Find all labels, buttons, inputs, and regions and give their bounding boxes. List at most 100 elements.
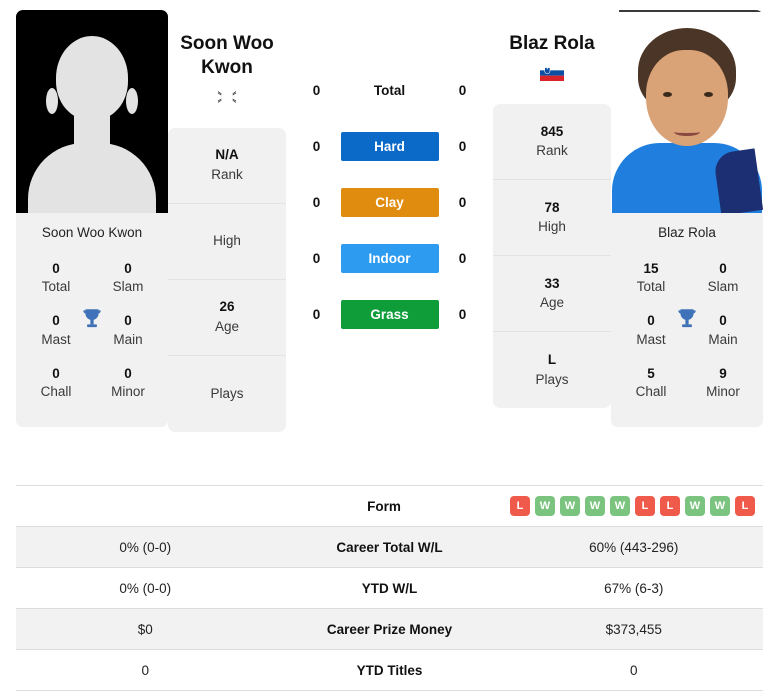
surface-grass-right: 0 xyxy=(458,306,467,322)
titles-total-cell: 15 Total xyxy=(627,260,675,296)
titles-minor-value: 9 xyxy=(719,365,727,381)
surface-clay-right: 0 xyxy=(458,194,467,210)
surface-indoor-right: 0 xyxy=(458,250,467,266)
right-rank-label: Rank xyxy=(536,143,568,159)
left-info-plays: Plays xyxy=(168,356,286,432)
form-badge-w-7: W xyxy=(685,496,705,516)
surface-indoor-label: Indoor xyxy=(340,243,439,273)
left-player-photo xyxy=(16,10,168,213)
ytd-titles-right: 0 xyxy=(629,662,638,678)
trophy-icon xyxy=(674,306,700,337)
right-player-card[interactable]: Blaz Rola 15 Total 0 Slam 0 Mast 0 Main … xyxy=(611,10,763,428)
left-player-photo-name: Soon Woo Kwon xyxy=(16,213,168,254)
titles-mast-value: 0 xyxy=(647,313,655,329)
right-info-rank: 845 Rank xyxy=(493,104,611,180)
career-prize-money-right: $373,455 xyxy=(605,621,662,637)
right-high-label: High xyxy=(538,219,566,235)
form-badge-l-9: L xyxy=(735,496,755,516)
titles-slam-cell: 0 Slam xyxy=(699,260,747,296)
form-label: Form xyxy=(367,498,401,514)
surface-hard-left: 0 xyxy=(312,138,321,154)
right-player-name-line1: Blaz Rola xyxy=(509,33,595,54)
titles-main-label: Main xyxy=(708,331,738,347)
table-row-career-prize-money: $0 Career Prize Money $373,455 xyxy=(16,609,763,650)
left-info-column: Soon Woo Kwon N/A Rank High 26 Age Plays xyxy=(168,10,286,432)
player-comparison-page: Soon Woo Kwon 0 Total 0 Slam 0 Mast 0 Ma… xyxy=(0,0,779,699)
titles-minor-cell: 9 Minor xyxy=(699,365,747,401)
titles-main-cell: 0 Main xyxy=(699,312,747,348)
surface-total-left: 0 xyxy=(312,82,321,98)
right-rank-value: 845 xyxy=(540,123,564,139)
left-age-value: 26 xyxy=(219,299,235,315)
table-row-career-total-wl: 0% (0-0) Career Total W/L 60% (443-296) xyxy=(16,527,763,568)
avatar-ear-left-shape xyxy=(46,88,58,114)
right-player-info-card: 845 Rank 78 High 33 Age L Plays xyxy=(493,103,611,408)
portrait-mouth-shape xyxy=(674,128,700,136)
right-age-label: Age xyxy=(539,295,565,311)
right-player-heading: Blaz Rola xyxy=(493,10,611,86)
surface-row-total: 0 Total 0 xyxy=(286,62,493,118)
titles-chall-value: 5 xyxy=(647,365,655,381)
right-age-value: 33 xyxy=(544,275,560,291)
titles-total-label: Total xyxy=(41,279,71,295)
right-info-age: 33 Age xyxy=(493,256,611,332)
form-badge-w-2: W xyxy=(560,496,580,516)
surface-clay-left: 0 xyxy=(312,194,321,210)
ytd-wl-label: YTD W/L xyxy=(361,580,418,596)
surface-row-clay: 0 Clay 0 xyxy=(286,174,493,230)
titles-slam-value: 0 xyxy=(719,261,727,276)
form-badge-w-4: W xyxy=(610,496,630,516)
right-plays-value: L xyxy=(547,352,557,368)
titles-minor-cell: 0 Minor xyxy=(104,365,152,401)
surface-hard-right: 0 xyxy=(458,138,467,154)
surface-total-label: Total xyxy=(373,82,406,98)
titles-chall-value: 0 xyxy=(52,365,60,381)
surface-grass-left: 0 xyxy=(312,306,321,322)
ytd-wl-left: 0% (0-0) xyxy=(119,580,172,596)
surface-row-hard: 0 Hard 0 xyxy=(286,118,493,174)
trophy-icon xyxy=(79,306,105,337)
form-badge-w-1: W xyxy=(535,496,555,516)
right-player-column: Blaz Rola 15 Total 0 Slam 0 Mast 0 Main … xyxy=(611,10,763,428)
right-player-titles: 15 Total 0 Slam 0 Mast 0 Main 5 Chall 9 … xyxy=(611,254,763,428)
portrait-bag-strap-shape xyxy=(712,148,763,213)
left-player-card[interactable]: Soon Woo Kwon 0 Total 0 Slam 0 Mast 0 Ma… xyxy=(16,10,168,428)
titles-mast-value: 0 xyxy=(52,313,60,329)
form-badge-l-5: L xyxy=(635,496,655,516)
left-info-high: High xyxy=(168,204,286,280)
portrait-eye-right-shape xyxy=(704,92,713,97)
right-plays-label: Plays xyxy=(535,371,569,387)
photo-top-divider xyxy=(619,10,761,12)
titles-slam-value: 0 xyxy=(124,261,132,276)
ytd-titles-label: YTD Titles xyxy=(356,662,423,678)
left-player-titles: 0 Total 0 Slam 0 Mast 0 Main 0 Chall 0 M… xyxy=(16,254,168,428)
surface-grass-label: Grass xyxy=(340,299,439,329)
titles-total-label: Total xyxy=(636,279,666,295)
surface-total-right: 0 xyxy=(458,82,467,98)
left-player-column: Soon Woo Kwon 0 Total 0 Slam 0 Mast 0 Ma… xyxy=(16,10,168,428)
career-total-wl-label: Career Total W/L xyxy=(336,539,443,555)
form-badge-l-6: L xyxy=(660,496,680,516)
left-info-rank: N/A Rank xyxy=(168,128,286,204)
titles-chall-cell: 5 Chall xyxy=(627,365,675,401)
right-player-photo xyxy=(611,10,763,213)
career-prize-money-left: $0 xyxy=(137,621,153,637)
titles-mast-cell: 0 Mast xyxy=(32,312,80,348)
titles-minor-label: Minor xyxy=(706,384,740,400)
form-badge-w-3: W xyxy=(585,496,605,516)
left-player-info-card: N/A Rank High 26 Age Plays xyxy=(168,127,286,432)
left-player-name-line1: Soon Woo xyxy=(180,33,274,54)
form-badge-w-8: W xyxy=(710,496,730,516)
left-age-label: Age xyxy=(214,319,240,334)
right-info-high: 78 High xyxy=(493,180,611,256)
table-row-form: Form LWWWWLLWWL xyxy=(16,486,763,527)
titles-minor-value: 0 xyxy=(124,365,132,381)
titles-row-chall-minor: 0 Chall 0 Minor xyxy=(22,359,162,411)
left-player-heading: Soon Woo Kwon xyxy=(168,10,286,110)
surface-row-indoor: 0 Indoor 0 xyxy=(286,230,493,286)
left-rank-label: Rank xyxy=(211,167,243,182)
titles-mast-cell: 0 Mast xyxy=(627,312,675,348)
left-info-age: 26 Age xyxy=(168,280,286,356)
stats-table: Form LWWWWLLWWL 0% (0-0) Career Total W/… xyxy=(16,485,763,691)
titles-main-label: Main xyxy=(113,331,143,347)
